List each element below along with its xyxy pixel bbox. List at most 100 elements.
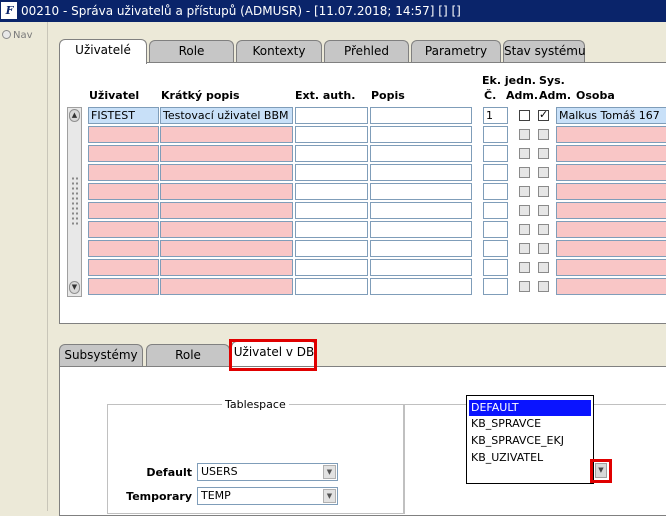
cell-desc[interactable] — [370, 278, 472, 295]
cell-desc[interactable] — [370, 240, 472, 257]
list-item[interactable]: KB_SPRAVCE — [469, 416, 591, 432]
cell-unit-no[interactable] — [483, 126, 508, 143]
cell-person[interactable] — [556, 278, 666, 295]
checkbox-unit-adm[interactable] — [519, 205, 530, 216]
cell-short-desc[interactable] — [160, 126, 293, 143]
checkbox-unit-adm[interactable] — [519, 224, 530, 235]
cell-ext-auth[interactable] — [295, 202, 368, 219]
cell-unit-no[interactable] — [483, 259, 508, 276]
checkbox-sys-adm[interactable] — [538, 205, 549, 216]
cell-desc[interactable] — [370, 145, 472, 162]
cell-short-desc[interactable]: Testovací uživatel BBM — [160, 107, 293, 124]
cell-ext-auth[interactable] — [295, 107, 368, 124]
checkbox-unit-adm[interactable] — [519, 281, 530, 292]
tab-uzivatel-v-db[interactable]: Uživatel v DB — [231, 341, 317, 366]
cell-short-desc[interactable] — [160, 183, 293, 200]
cell-unit-no[interactable] — [483, 278, 508, 295]
cell-person[interactable] — [556, 183, 666, 200]
col-header-sys-adm: Adm. — [539, 89, 572, 102]
checkbox-unit-adm[interactable] — [519, 129, 530, 140]
scroll-down-icon[interactable]: ▼ — [69, 281, 80, 294]
list-item[interactable]: KB_UZIVATEL — [469, 450, 591, 466]
cell-desc[interactable] — [370, 202, 472, 219]
cell-user[interactable] — [88, 278, 159, 295]
checkbox-sys-adm[interactable] — [538, 148, 549, 159]
cell-desc[interactable] — [370, 183, 472, 200]
cell-person[interactable] — [556, 240, 666, 257]
cell-short-desc[interactable] — [160, 240, 293, 257]
cell-short-desc[interactable] — [160, 221, 293, 238]
cell-person[interactable] — [556, 259, 666, 276]
cell-unit-no[interactable] — [483, 183, 508, 200]
checkbox-sys-adm[interactable] — [538, 281, 549, 292]
checkbox-sys-adm[interactable] — [538, 186, 549, 197]
cell-short-desc[interactable] — [160, 164, 293, 181]
cell-user[interactable] — [88, 221, 159, 238]
checkbox-unit-adm[interactable] — [519, 186, 530, 197]
cell-short-desc[interactable] — [160, 202, 293, 219]
cell-person[interactable] — [556, 126, 666, 143]
grid-scrollbar[interactable]: ▲ ▼ — [67, 107, 82, 297]
cell-unit-no[interactable] — [483, 240, 508, 257]
cell-desc[interactable] — [370, 259, 472, 276]
checkbox-unit-adm[interactable] — [519, 167, 530, 178]
cell-person[interactable] — [556, 202, 666, 219]
cell-unit-no[interactable] — [483, 145, 508, 162]
list-item[interactable]: DEFAULT — [469, 400, 591, 416]
cell-person[interactable] — [556, 164, 666, 181]
cell-ext-auth[interactable] — [295, 164, 368, 181]
checkbox-sys-adm[interactable] — [538, 129, 549, 140]
checkbox-unit-adm[interactable] — [519, 243, 530, 254]
checkbox-sys-adm[interactable] — [538, 243, 549, 254]
cell-person[interactable]: Malkus Tomáš 167 — [556, 107, 666, 124]
cell-person[interactable] — [556, 145, 666, 162]
cell-desc[interactable] — [370, 164, 472, 181]
cell-user[interactable] — [88, 240, 159, 257]
cell-user[interactable] — [88, 126, 159, 143]
cell-ext-auth[interactable] — [295, 183, 368, 200]
cell-short-desc[interactable] — [160, 278, 293, 295]
temporary-tablespace-select[interactable]: TEMP ▼ — [197, 487, 338, 505]
default-tablespace-value: USERS — [201, 465, 238, 478]
cell-desc[interactable] — [370, 126, 472, 143]
chevron-down-icon[interactable]: ▼ — [323, 465, 336, 479]
list-item[interactable]: KB_SPRAVCE_EKJ — [469, 433, 591, 449]
cell-person[interactable] — [556, 221, 666, 238]
cell-unit-no[interactable] — [483, 164, 508, 181]
tab-subsystemy[interactable]: Subsystémy — [59, 344, 143, 366]
profile-listbox[interactable]: DEFAULT KB_SPRAVCE KB_SPRAVCE_EKJ KB_UZI… — [466, 395, 594, 484]
cell-unit-no[interactable] — [483, 202, 508, 219]
checkbox-sys-adm[interactable] — [538, 167, 549, 178]
cell-user[interactable] — [88, 183, 159, 200]
checkbox-unit-adm[interactable] — [519, 148, 530, 159]
cell-unit-no[interactable]: 1 — [483, 107, 508, 124]
checkbox-sys-adm[interactable] — [538, 224, 549, 235]
cell-ext-auth[interactable] — [295, 259, 368, 276]
scroll-grip-icon[interactable] — [71, 176, 78, 226]
checkbox-unit-adm[interactable] — [519, 110, 530, 121]
tab-role-bottom[interactable]: Role — [146, 344, 230, 366]
default-tablespace-select[interactable]: USERS ▼ — [197, 463, 338, 481]
col-header-ext-auth: Ext. auth. — [295, 89, 356, 102]
cell-user[interactable] — [88, 202, 159, 219]
cell-ext-auth[interactable] — [295, 278, 368, 295]
cell-desc[interactable] — [370, 107, 472, 124]
cell-short-desc[interactable] — [160, 259, 293, 276]
cell-unit-no[interactable] — [483, 221, 508, 238]
checkbox-unit-adm[interactable] — [519, 262, 530, 273]
cell-desc[interactable] — [370, 221, 472, 238]
cell-ext-auth[interactable] — [295, 221, 368, 238]
checkbox-sys-adm[interactable] — [538, 262, 549, 273]
cell-user[interactable] — [88, 164, 159, 181]
scroll-up-icon[interactable]: ▲ — [69, 109, 80, 122]
cell-user[interactable]: FISTEST — [88, 107, 159, 124]
cell-user[interactable] — [88, 145, 159, 162]
cell-ext-auth[interactable] — [295, 240, 368, 257]
chevron-down-icon[interactable]: ▼ — [323, 489, 336, 503]
checkbox-sys-adm[interactable] — [538, 108, 549, 121]
list-dropdown-arrow-icon[interactable]: ▼ — [595, 463, 607, 478]
cell-short-desc[interactable] — [160, 145, 293, 162]
cell-user[interactable] — [88, 259, 159, 276]
cell-ext-auth[interactable] — [295, 126, 368, 143]
cell-ext-auth[interactable] — [295, 145, 368, 162]
